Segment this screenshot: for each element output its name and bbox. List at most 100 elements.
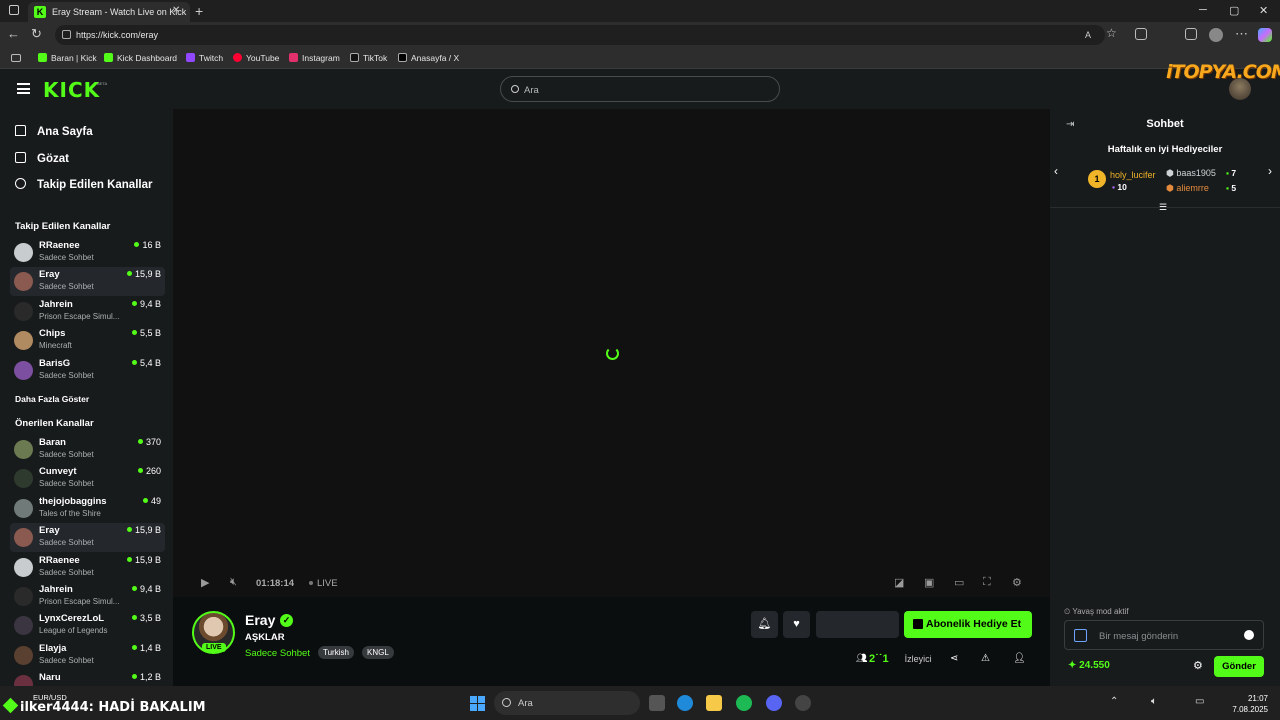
close-window-icon[interactable]: ✕ (1259, 4, 1268, 17)
sidebar: Ana Sayfa Gözat Takip Edilen Kanallar Ta… (0, 109, 173, 695)
sidebar-channel-item[interactable]: RRaenee Sadece Sohbet 16 B (10, 238, 165, 267)
gift-subscription-button[interactable]: Abonelik Hediye Et (904, 611, 1032, 638)
back-icon[interactable]: ← (7, 26, 20, 41)
bookmark-instagram[interactable]: Instagram (289, 53, 340, 63)
sidebar-channel-item[interactable]: Eray Sadece Sohbet 15,9 B (10, 523, 165, 553)
minimize-icon[interactable]: ─ (1199, 4, 1207, 16)
notification-bell-icon[interactable]: 🔔︎ (751, 611, 778, 638)
gifter-name[interactable]: holy_lucifer (1110, 170, 1156, 180)
bookmark-kick-dashboard[interactable]: Kick Dashboard (104, 53, 177, 63)
refresh-icon[interactable]: ↻ (31, 26, 42, 42)
taskbar-clock[interactable]: 21:07 7.08.2025 (1232, 693, 1268, 715)
tray-chevron-icon[interactable]: ⌃ (1110, 696, 1118, 707)
sidebar-channel-item[interactable]: Eray Sadece Sohbet 15,9 B (10, 267, 165, 297)
sidebar-channel-item[interactable]: Baran Sadece Sohbet 370 (10, 435, 165, 464)
viewer-count: 15,9 B (127, 269, 161, 279)
channel-category: Sadece Sohbet (39, 253, 94, 262)
emote-picker-icon[interactable] (1074, 629, 1087, 642)
bookmark-x[interactable]: Anasayfa / X (398, 53, 459, 63)
follow-heart-icon[interactable]: ♥ (783, 611, 810, 638)
video-player[interactable]: ▶ 🔇︎ 01:18:14 LIVE ◪ ▣ ▭ ⛶ ⚙ (173, 109, 1050, 597)
tag-kngl[interactable]: KNGL (362, 646, 394, 659)
channel-category: Sadece Sohbet (39, 567, 94, 577)
follow-button[interactable] (816, 611, 899, 638)
collections-icon[interactable] (1185, 28, 1197, 40)
url-field[interactable]: https://kick.com/eray (55, 25, 1105, 45)
sidebar-channel-item[interactable]: Jahrein Prison Escape Simul... 9,4 B (10, 582, 165, 611)
favorite-star-icon[interactable]: ☆ (1106, 26, 1117, 40)
share-icon[interactable]: ⋖ (950, 653, 958, 664)
search-icon (502, 698, 511, 707)
play-icon[interactable]: ▶ (201, 576, 209, 589)
menu-icon[interactable] (17, 83, 30, 94)
gifter-count: ▪ 7 (1226, 168, 1237, 178)
gifter-name[interactable]: ⬢ aliemrre (1166, 183, 1209, 194)
close-tab-icon[interactable]: ✕ (172, 5, 180, 16)
channel-name: Chips (39, 328, 66, 340)
kick-logo[interactable]: KICK (43, 78, 100, 102)
channel-name: Jahrein (39, 584, 73, 595)
reading-list-icon[interactable] (11, 54, 21, 62)
mute-icon[interactable]: 🔇︎ (230, 576, 237, 589)
channel-points[interactable]: ✦ 24.550 (1068, 660, 1110, 671)
theater-mode-icon[interactable]: ▭ (954, 576, 964, 589)
profile-icon[interactable] (1209, 28, 1223, 42)
tag-turkish[interactable]: Turkish (318, 646, 354, 659)
sidebar-channel-item[interactable]: Jahrein Prison Escape Simul... 9,4 B (10, 297, 165, 326)
volume-icon[interactable]: 🔈︎ (1151, 696, 1157, 707)
streamer-name[interactable]: Eray (245, 612, 275, 628)
start-icon[interactable] (470, 696, 485, 711)
task-view-icon[interactable] (649, 695, 665, 711)
sidebar-channel-item[interactable]: Chips Minecraft 5,5 B (10, 326, 165, 355)
sidebar-channel-item[interactable]: RRaenee Sadece Sohbet 15,9 B (10, 553, 165, 582)
gifter-name[interactable]: ⬢ baas1905 (1166, 168, 1216, 179)
user-actions-icon[interactable]: 👤︎ (1013, 653, 1026, 664)
discord-icon[interactable] (766, 695, 782, 711)
sidebar-channel-item[interactable]: Elayja Sadece Sohbet 1,4 B (10, 641, 165, 670)
copilot-icon[interactable] (1258, 28, 1272, 42)
emoji-icon[interactable] (1244, 630, 1254, 640)
live-indicator[interactable]: LIVE (309, 578, 338, 589)
sidebar-channel-item[interactable]: LynxCerezLoL League of Legends 3,5 B (10, 611, 165, 640)
taskbar-search[interactable]: Ara (494, 691, 640, 715)
read-aloud-icon[interactable]: A (1085, 30, 1091, 40)
network-icon[interactable]: ▭ (1195, 696, 1204, 707)
sidebar-channel-item[interactable]: thejojobaggins Tales of the Shire 49 (10, 494, 165, 523)
bookmark-youtube[interactable]: YouTube (233, 53, 279, 63)
steam-icon[interactable] (795, 695, 811, 711)
extensions-icon[interactable] (1135, 28, 1147, 40)
show-more-link[interactable]: Daha Fazla Göster (15, 394, 89, 404)
chevron-right-icon[interactable]: › (1268, 164, 1272, 178)
report-icon[interactable]: ⚠ (981, 653, 990, 664)
maximize-icon[interactable]: ▢ (1229, 4, 1239, 17)
bookmark-baran-kick[interactable]: Baran | Kick (38, 53, 97, 63)
bookmark-twitch[interactable]: Twitch (186, 53, 223, 63)
nav-browse[interactable]: Gözat (15, 152, 69, 165)
bookmark-tiktok[interactable]: TikTok (350, 53, 387, 63)
settings-gear-icon[interactable]: ⚙ (1012, 576, 1022, 589)
more-menu-icon[interactable]: ⋯ (1235, 26, 1248, 42)
clip-icon[interactable]: ▣ (924, 576, 934, 589)
chat-message-input[interactable]: Bir mesaj gönderin (1064, 620, 1264, 650)
viewers-icon: 👥︎ (856, 653, 868, 663)
stream-category[interactable]: Sadece Sohbet (245, 648, 310, 659)
user-avatar[interactable] (1229, 78, 1251, 100)
search-input[interactable]: Ara (500, 76, 780, 102)
file-explorer-icon[interactable] (706, 695, 722, 711)
chevron-left-icon[interactable]: ‹ (1054, 164, 1058, 178)
sidebar-channel-item[interactable]: BarisG Sadece Sohbet 5,4 B (10, 356, 165, 385)
sidebar-channel-item[interactable]: Cunveyt Sadece Sohbet 260 (10, 464, 165, 493)
nav-home[interactable]: Ana Sayfa (15, 125, 93, 138)
browser-tab[interactable]: K Eray Stream - Watch Live on Kick (28, 2, 190, 22)
mini-player-icon[interactable]: ◪ (894, 576, 904, 589)
chat-settings-icon[interactable]: ⚙ (1193, 659, 1203, 672)
edge-icon[interactable] (677, 695, 693, 711)
fullscreen-icon[interactable]: ⛶ (983, 576, 991, 589)
send-button[interactable]: Gönder (1214, 656, 1264, 677)
nav-following[interactable]: Takip Edilen Kanallar (15, 178, 152, 191)
viewer-count: 9,4 B (132, 584, 161, 594)
spotify-icon[interactable] (736, 695, 752, 711)
channel-avatar (14, 360, 33, 380)
new-tab-icon[interactable]: + (195, 3, 203, 19)
tab-actions-icon[interactable] (9, 5, 19, 15)
